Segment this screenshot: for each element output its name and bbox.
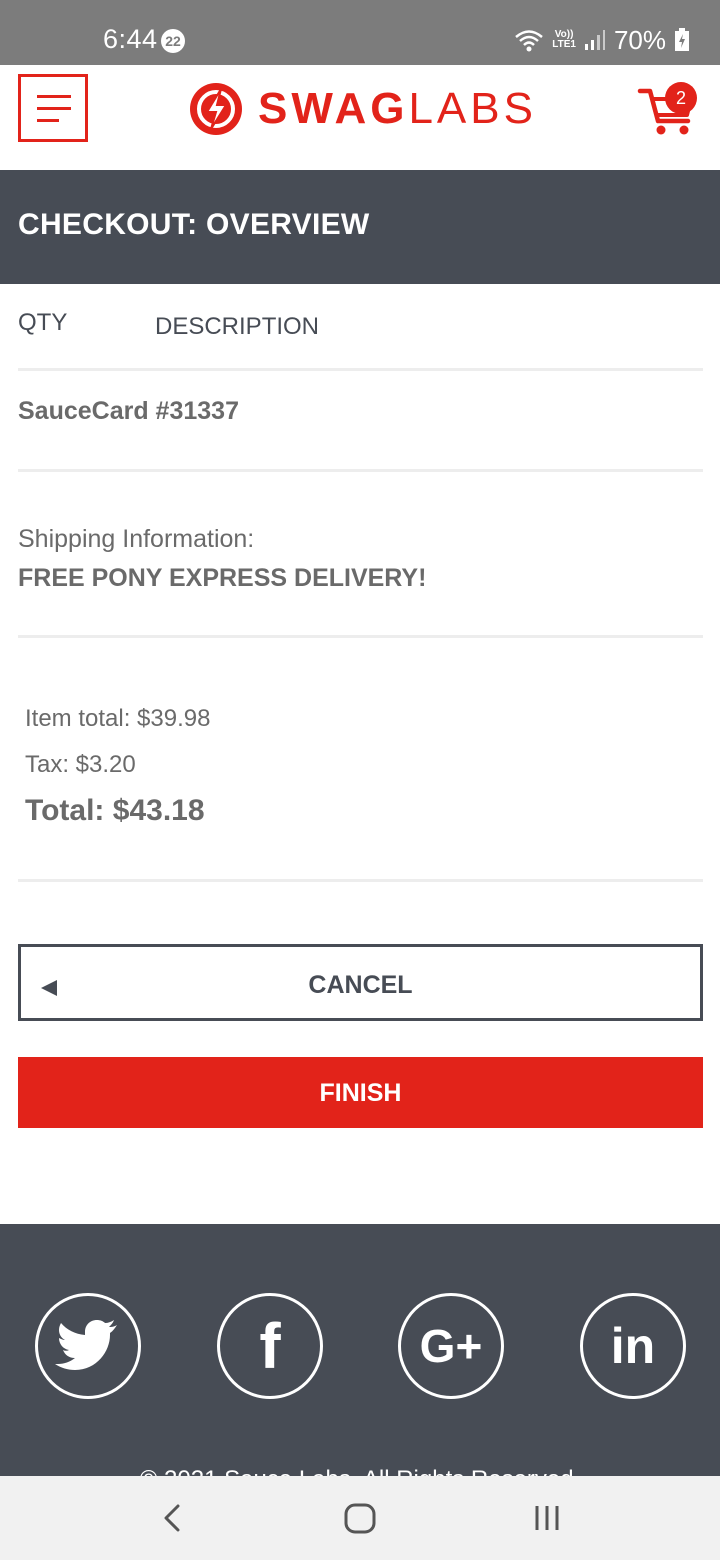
battery-percent: 70% [613, 24, 666, 55]
menu-icon-bar [37, 119, 59, 122]
finish-button-label: FINISH [319, 1079, 402, 1107]
home-nav-icon[interactable] [320, 1476, 400, 1560]
menu-button[interactable] [18, 74, 88, 142]
linkedin-icon: in [610, 1318, 656, 1374]
page-title: CHECKOUT: OVERVIEW [18, 208, 370, 241]
battery-icon [675, 28, 689, 51]
google-plus-link[interactable]: G+ [398, 1293, 504, 1399]
cancel-button[interactable]: CANCEL [18, 944, 703, 1021]
menu-icon-bar [37, 107, 71, 110]
app-header: SWAGLABS 2 [0, 65, 720, 170]
system-nav-bar [0, 1476, 720, 1560]
divider [18, 368, 703, 371]
facebook-icon: f [259, 1310, 281, 1382]
signal-icon [584, 30, 605, 50]
facebook-link[interactable]: f [217, 1293, 323, 1399]
status-bar: 6:44 22 Vo)) LTE1 70% [0, 0, 720, 65]
payment-info: SauceCard #31337 [18, 397, 239, 425]
divider [18, 635, 703, 638]
cancel-button-label: CANCEL [308, 971, 413, 999]
total: Total: $43.18 [25, 794, 205, 827]
finish-button[interactable]: FINISH [18, 1057, 703, 1128]
google-plus-icon: G+ [419, 1320, 483, 1372]
status-icons: Vo)) LTE1 70% [514, 24, 690, 56]
page-title-bar: CHECKOUT: OVERVIEW [0, 170, 720, 284]
item-total: Item total: $39.98 [25, 705, 211, 732]
recents-nav-icon[interactable] [507, 1476, 587, 1560]
divider [18, 879, 703, 882]
cart-count-badge: 2 [665, 82, 697, 114]
copyright-text: © 2021 Sauce Labs. All Rights Reserved. [0, 1466, 720, 1476]
network-indicator: Vo)) LTE1 [552, 30, 576, 50]
footer: f G+ in © 2021 Sauce Labs. All Rights Re… [0, 1224, 720, 1476]
brand-name-bold: SWAG [258, 84, 409, 133]
twitter-icon [55, 1320, 117, 1370]
divider [18, 469, 703, 472]
tax: Tax: $3.20 [25, 751, 136, 778]
twitter-link[interactable] [35, 1293, 141, 1399]
linkedin-link[interactable]: in [580, 1293, 686, 1399]
lightning-logo-icon [190, 83, 242, 135]
shipping-info-label: Shipping Information: [18, 525, 255, 553]
shipping-info-value: FREE PONY EXPRESS DELIVERY! [18, 564, 427, 592]
lte-label: LTE1 [552, 39, 576, 50]
back-nav-icon[interactable] [132, 1476, 212, 1560]
qty-column-header: QTY [18, 309, 68, 336]
brand-name: SWAGLABS [258, 84, 537, 134]
description-column-header: DESCRIPTION [155, 313, 320, 340]
wifi-icon [515, 30, 544, 52]
brand-name-light: LABS [408, 84, 537, 133]
swag-labs-logo: SWAGLABS [188, 81, 537, 137]
notification-count-badge: 22 [161, 29, 185, 53]
status-time: 6:44 [103, 24, 158, 54]
menu-icon [37, 95, 71, 98]
